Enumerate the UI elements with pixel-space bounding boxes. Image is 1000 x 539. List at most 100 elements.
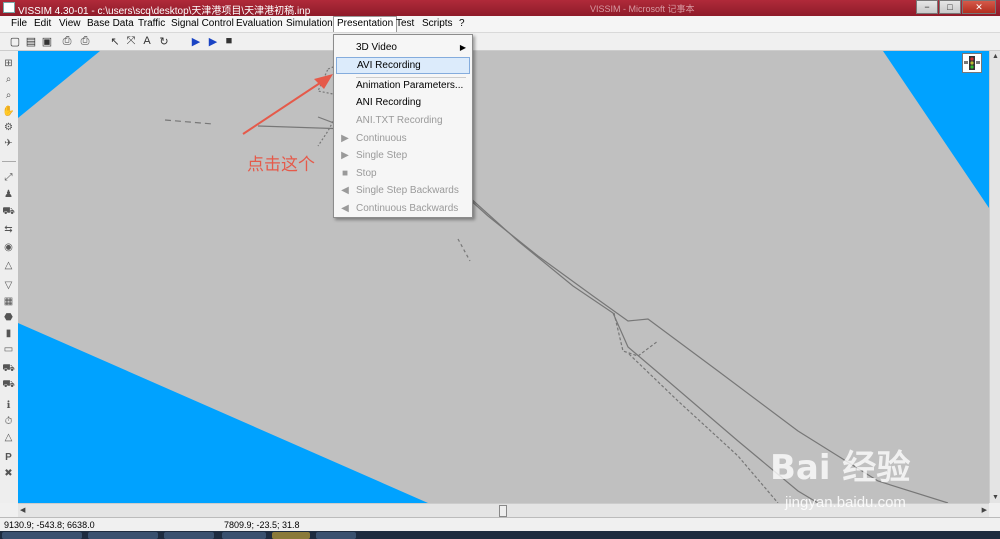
play-backwards-icon: ◀ [341,203,349,214]
taskbar-button[interactable] [2,532,82,539]
rotate-icon[interactable]: ⤧ [124,34,138,48]
menu-item-label: Stop [356,168,377,179]
menu-item-3d-video[interactable]: 3D Video ▶ [336,39,470,56]
timer-icon[interactable]: ⏱ [2,415,15,428]
single-step-icon: ▶ [341,150,349,161]
taskbar-button[interactable] [88,532,158,539]
background-window-title: VISSIM - Microsoft 记事本 [590,4,695,14]
bus-stop-icon[interactable]: ⛟ [2,363,15,376]
menu-item-ani-txt-recording[interactable]: ANI.TXT Recording [336,112,470,129]
menu-item-single-step[interactable]: ▶ Single Step [336,147,470,164]
links-icon[interactable]: ⤢ [2,171,15,184]
status-coords-right: 7809.9; -23.5; 31.8 [224,520,300,530]
pedestrian-icon[interactable]: ♟ [2,188,15,201]
baidu-watermark-url: jingyan.baidu.com [785,494,906,511]
window-title: VISSIM 4.30-01 - c:\users\scq\desktop\天津… [18,6,311,17]
parking-icon[interactable]: P [2,451,15,464]
reduced-speed-icon[interactable]: △ [2,259,15,272]
info-icon[interactable]: ℹ [2,399,15,412]
taskbar-button[interactable] [272,532,310,539]
single-step-icon[interactable]: ▶ [206,34,220,48]
menu-edit[interactable]: Edit [31,16,54,32]
new-file-icon[interactable]: ▢ [8,34,22,48]
pan-hand-icon[interactable]: ✋ [2,105,15,118]
zoom-in-icon[interactable]: ⌕ [2,73,15,86]
annotation-text: 点击这个 [247,155,315,175]
scroll-up-icon[interactable]: ▲ [992,53,999,60]
rotate-3d-icon[interactable]: ⚙ [2,121,15,134]
speed-decision-icon[interactable]: ◉ [2,241,15,254]
menu-signal-control[interactable]: Signal Control [168,16,237,32]
vertical-scrollbar[interactable]: ▲ ▼ [989,51,1000,503]
scroll-thumb[interactable] [499,505,507,517]
menu-item-label: Single Step [356,150,408,161]
print-icon[interactable]: ⎙ [78,34,92,48]
menu-test[interactable]: Test [393,16,417,32]
node-icon[interactable]: ✖ [2,467,15,480]
maximize-button[interactable]: □ [939,0,961,14]
scroll-right-icon[interactable]: ▶ [982,506,987,514]
vehicle-input-icon[interactable]: ⛟ [2,206,15,219]
routes-icon[interactable]: ⇆ [2,223,15,236]
menu-base-data[interactable]: Base Data [84,16,137,32]
menu-presentation[interactable]: Presentation [333,16,398,32]
menu-bar: File Edit View Base Data Traffic Signal … [0,16,1000,33]
menu-help[interactable]: ? [456,16,468,32]
menu-item-continuous-backwards[interactable]: ◀ Continuous Backwards [336,200,470,217]
network-view [18,51,989,503]
menu-scripts[interactable]: Scripts [419,16,456,32]
stop-sign-icon[interactable]: ⬣ [2,311,15,324]
minimize-button[interactable]: − [916,0,938,14]
plane-icon[interactable]: ✈ [2,137,15,150]
menu-traffic[interactable]: Traffic [135,16,168,32]
app-icon [3,2,15,13]
toolbar-separator [2,161,16,162]
menu-item-single-step-backwards[interactable]: ◀ Single Step Backwards [336,182,470,199]
status-coords-left: 9130.9; -543.8; 6638.0 [4,520,95,530]
select-arrow-icon[interactable]: ↖ [108,34,122,48]
detector-icon[interactable]: ▭ [2,343,15,356]
save-icon[interactable]: ▣ [40,34,54,48]
traffic-light-icon[interactable] [962,53,982,73]
menu-view[interactable]: View [56,16,84,32]
taskbar-button[interactable] [222,532,266,539]
taskbar-button[interactable] [316,532,356,539]
signal-head-icon[interactable]: ▮ [2,327,15,340]
stop-icon[interactable]: ■ [222,34,236,48]
print-preview-icon[interactable]: ⎙ [60,34,74,48]
network-canvas[interactable] [18,51,989,503]
menu-simulation[interactable]: Simulation [283,16,336,32]
baidu-watermark-logo: Bai 经验 [770,448,911,488]
close-button[interactable]: ✕ [962,0,996,14]
menu-item-continuous[interactable]: ▶ Continuous [336,130,470,147]
zoom-out-icon[interactable]: ⌕ [2,89,15,102]
refresh-icon[interactable]: ↻ [157,34,171,48]
menu-item-ani-recording[interactable]: ANI Recording [336,94,470,111]
pt-line-icon[interactable]: ⛟ [2,379,15,392]
play-icon: ▶ [341,133,349,144]
text-font-icon[interactable]: A [140,34,154,48]
stop-icon: ■ [341,168,349,179]
scroll-left-icon[interactable]: ◀ [20,506,25,514]
warning-icon[interactable]: △ [2,431,15,444]
network-view-icon[interactable]: ⊞ [2,57,15,70]
open-folder-icon[interactable]: ▤ [24,34,38,48]
menu-item-label: Animation Parameters... [356,80,464,91]
menu-item-label: AVI Recording [357,60,421,71]
scroll-down-icon[interactable]: ▼ [992,494,999,501]
menu-evaluation[interactable]: Evaluation [233,16,286,32]
status-bar: 9130.9; -543.8; 6638.0 7809.9; -23.5; 31… [0,517,1000,532]
priority-rule-icon[interactable]: ▽ [2,279,15,292]
menu-item-label: 3D Video [356,42,397,53]
menu-item-label: Single Step Backwards [356,185,459,196]
menu-file[interactable]: File [8,16,30,32]
menu-item-animation-parameters[interactable]: Animation Parameters... [336,77,470,94]
taskbar [0,531,1000,539]
step-back-icon: ◀ [341,185,349,196]
conflict-area-icon[interactable]: ▦ [2,295,15,308]
title-bar: VISSIM 4.30-01 - c:\users\scq\desktop\天津… [0,0,1000,17]
taskbar-button[interactable] [164,532,214,539]
menu-item-avi-recording[interactable]: AVI Recording [336,57,470,74]
play-icon[interactable]: ▶ [189,34,203,48]
menu-item-stop[interactable]: ■ Stop [336,165,470,182]
